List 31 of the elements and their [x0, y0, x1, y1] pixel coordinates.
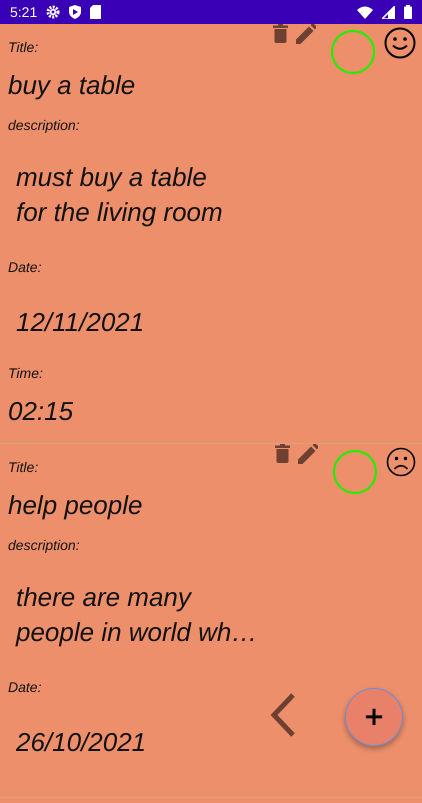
ring-icon	[332, 449, 378, 495]
note-date: 26/10/2021	[16, 726, 146, 759]
back-chevron-icon[interactable]	[270, 693, 296, 737]
field-label: Date:	[8, 678, 42, 696]
field-label: Time:	[8, 364, 43, 382]
field-label: Title:	[8, 38, 38, 56]
wifi-icon	[357, 6, 373, 18]
battery-icon	[404, 5, 412, 19]
shield-icon	[69, 5, 82, 19]
status-time: 5:21	[10, 4, 38, 20]
ring-icon	[330, 29, 376, 75]
note-description: there are many people in world wh…	[16, 581, 258, 649]
note-time: 02:15	[8, 395, 74, 428]
smiley-icon	[384, 27, 416, 59]
note-title: buy a table	[8, 69, 136, 102]
note-description: must buy a table for the living room	[16, 161, 223, 229]
field-label: Date:	[8, 258, 42, 276]
pencil-icon[interactable]	[298, 444, 318, 464]
sad-face-icon	[386, 447, 416, 477]
field-label: description:	[8, 536, 80, 554]
add-button[interactable]: +	[345, 688, 403, 746]
field-label: description:	[8, 116, 80, 134]
trash-icon[interactable]	[273, 24, 288, 43]
pencil-icon[interactable]	[296, 24, 316, 44]
gear-icon	[46, 5, 60, 19]
note-title: help people	[8, 489, 142, 522]
field-label: Title:	[8, 458, 38, 476]
signal-icon	[382, 6, 395, 18]
sd-card-icon	[90, 5, 102, 19]
note-date: 12/11/2021	[16, 306, 144, 339]
trash-icon[interactable]	[275, 444, 290, 463]
